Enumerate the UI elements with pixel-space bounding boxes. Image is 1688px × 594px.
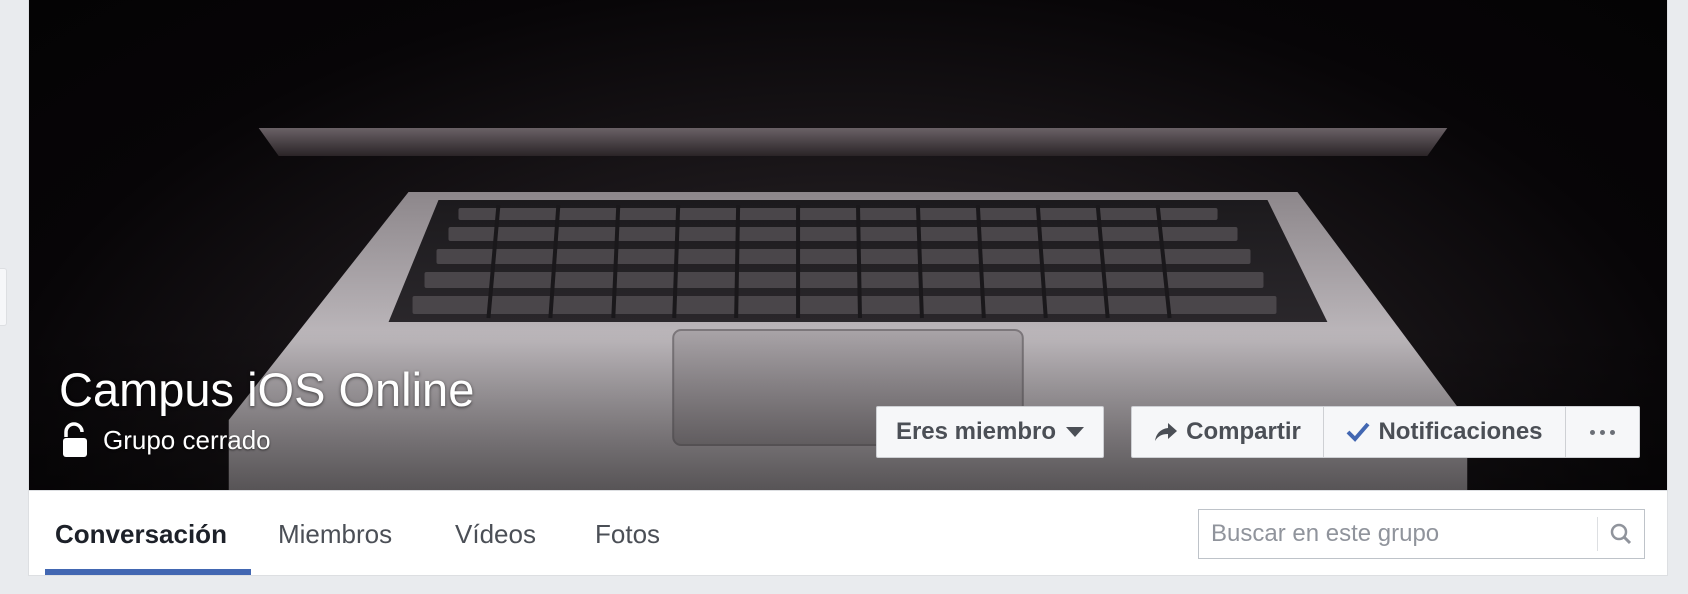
notifications-label: Notificaciones — [1378, 418, 1543, 445]
search-button[interactable] — [1598, 510, 1644, 558]
notifications-button[interactable]: Notificaciones — [1324, 406, 1566, 458]
member-status-label: Eres miembro — [895, 418, 1057, 445]
tab-videos[interactable]: Vídeos — [455, 491, 536, 575]
active-tab-indicator — [45, 569, 251, 575]
unlocked-padlock-icon — [61, 422, 89, 458]
share-label: Compartir — [1186, 418, 1301, 445]
share-button[interactable]: Compartir — [1131, 406, 1324, 458]
group-name: Campus iOS Online — [59, 363, 475, 416]
tab-fotos[interactable]: Fotos — [595, 491, 660, 575]
group-tabs: Conversación Miembros Vídeos Fotos — [29, 490, 1667, 575]
group-actions: Compartir Notificaciones — [1131, 406, 1640, 458]
checkmark-icon — [1347, 422, 1370, 442]
group-search — [1198, 509, 1645, 559]
more-options-button[interactable] — [1566, 406, 1640, 458]
share-arrow-icon — [1155, 423, 1178, 441]
left-column-edge — [0, 268, 7, 326]
tab-conversacion[interactable]: Conversación — [55, 491, 227, 575]
group-privacy: Grupo cerrado — [61, 422, 271, 458]
member-status-button[interactable]: Eres miembro — [876, 406, 1104, 458]
magnifier-icon — [1610, 523, 1632, 545]
group-search-input[interactable] — [1199, 510, 1597, 558]
more-dots-icon — [1590, 429, 1615, 435]
caret-down-icon — [1066, 427, 1085, 437]
cover-photo: Campus iOS Online Grupo cerrado Eres mie… — [29, 0, 1667, 490]
tab-miembros[interactable]: Miembros — [278, 491, 392, 575]
group-header-card: Campus iOS Online Grupo cerrado Eres mie… — [28, 0, 1668, 576]
group-privacy-label: Grupo cerrado — [103, 424, 271, 455]
